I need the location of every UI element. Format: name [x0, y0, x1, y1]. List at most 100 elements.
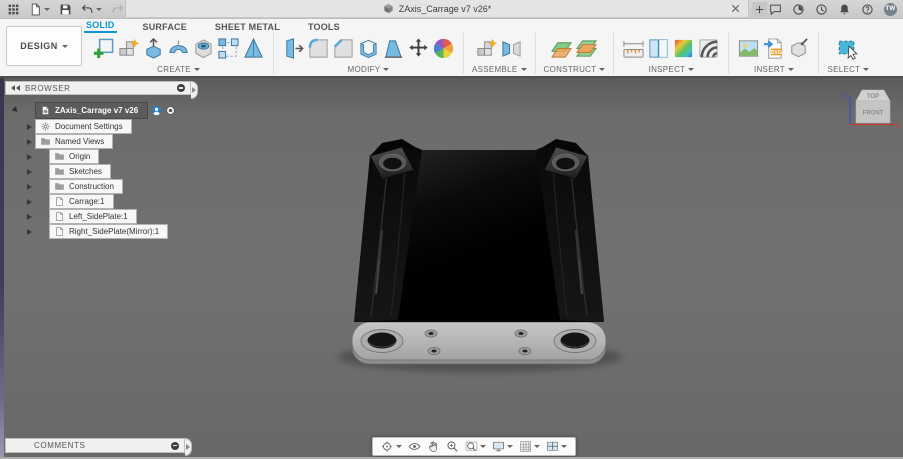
grid-settings-tool[interactable] — [519, 440, 540, 453]
shell-icon[interactable] — [357, 37, 380, 60]
new-tab-button[interactable] — [752, 2, 767, 16]
curvature-icon[interactable] — [672, 37, 695, 60]
expand-arrow-icon[interactable] — [27, 123, 32, 130]
press-pull-icon[interactable] — [282, 37, 305, 60]
document-tab[interactable]: ZAxis_Carrage v7 v26* — [125, 0, 749, 17]
expand-arrow-icon[interactable] — [27, 213, 32, 220]
item-label[interactable]: Document Settings — [35, 119, 132, 134]
pan-tool[interactable] — [427, 440, 440, 453]
item-label[interactable]: Carrage:1 — [49, 194, 114, 209]
browser-item[interactable]: Sketches — [5, 164, 198, 179]
create-sketch-icon[interactable] — [92, 37, 115, 60]
ribbon-tab-sheet-metal[interactable]: SHEET METAL — [213, 22, 282, 33]
3d-model-carriage[interactable] — [330, 110, 630, 380]
item-label[interactable]: Left_SidePlate:1 — [49, 209, 137, 224]
browser-root-row[interactable]: ZAxis_Carrage v7 v26 — [5, 101, 198, 119]
look-at-tool[interactable] — [408, 440, 421, 453]
measure-icon[interactable] — [622, 37, 645, 60]
revolve-icon[interactable] — [167, 37, 190, 60]
chamfer-icon[interactable] — [332, 37, 355, 60]
comments-options-icon[interactable] — [171, 441, 179, 450]
help-icon[interactable] — [861, 3, 874, 16]
item-label[interactable]: Construction — [49, 179, 123, 194]
activate-component-icon[interactable] — [165, 105, 176, 116]
panel-options-icon[interactable] — [177, 84, 185, 92]
visibility-eye-icon[interactable] — [35, 226, 46, 237]
group-label-assemble[interactable]: ASSEMBLE — [472, 65, 527, 74]
insert-svg-icon[interactable]: SVG — [762, 37, 785, 60]
loft-icon[interactable] — [242, 37, 265, 60]
3d-viewport-canvas[interactable]: TOP FRONT Z X BROWSER ZAxis_Carrage v7 v… — [0, 76, 903, 459]
fit-tool[interactable] — [465, 440, 486, 453]
expand-arrow-icon[interactable] — [27, 168, 32, 175]
item-label[interactable]: Named Views — [35, 134, 114, 149]
offset-plane-icon[interactable] — [550, 37, 573, 60]
visibility-eye-icon[interactable] — [35, 211, 46, 222]
view-cube[interactable]: TOP FRONT Z X — [842, 86, 900, 132]
extrude-icon[interactable] — [142, 37, 165, 60]
group-label-inspect[interactable]: INSPECT — [649, 65, 695, 74]
expand-arrow-icon[interactable] — [27, 183, 32, 190]
section-analysis-icon[interactable] — [647, 37, 670, 60]
ribbon-tab-surface[interactable]: SURFACE — [141, 22, 189, 33]
recent-activity-icon[interactable] — [815, 3, 828, 16]
visibility-eye-icon[interactable] — [35, 166, 46, 177]
expand-arrow-icon[interactable] — [27, 228, 32, 235]
job-status-icon[interactable] — [792, 3, 805, 16]
insert-mesh-icon[interactable] — [787, 37, 810, 60]
app-launcher-icon[interactable] — [7, 3, 20, 16]
user-avatar[interactable]: TW — [884, 2, 897, 16]
notifications-bell-icon[interactable] — [838, 3, 851, 16]
browser-item[interactable]: Document Settings — [5, 119, 198, 134]
expand-arrow-icon[interactable] — [11, 106, 20, 114]
item-label[interactable]: Origin — [49, 149, 100, 164]
group-label-modify[interactable]: MODIFY — [348, 65, 390, 74]
file-menu-button[interactable] — [29, 3, 50, 16]
hole-icon[interactable] — [192, 37, 215, 60]
group-label-insert[interactable]: INSERT — [754, 65, 794, 74]
display-settings-tool[interactable] — [492, 440, 513, 453]
item-label[interactable]: Right_SidePlate(Mirror):1 — [49, 224, 169, 239]
browser-item[interactable]: Origin — [5, 149, 198, 164]
browser-item[interactable]: Carrage:1 — [5, 194, 198, 209]
visibility-eye-icon[interactable] — [35, 196, 46, 207]
ribbon-tab-tools[interactable]: TOOLS — [306, 22, 342, 33]
browser-item[interactable]: Construction — [5, 179, 198, 194]
group-label-construct[interactable]: CONSTRUCT — [544, 65, 606, 74]
move-icon[interactable] — [407, 37, 430, 60]
select-icon[interactable] — [837, 37, 860, 60]
group-label-select[interactable]: SELECT — [827, 65, 870, 74]
visibility-eye-icon[interactable] — [21, 105, 32, 116]
visibility-eye-icon[interactable] — [35, 181, 46, 192]
feedback-icon[interactable] — [769, 3, 782, 16]
pattern-icon[interactable] — [217, 37, 240, 60]
appearance-icon[interactable] — [432, 37, 455, 60]
expand-arrow-icon[interactable] — [27, 138, 32, 145]
root-component-label[interactable]: ZAxis_Carrage v7 v26 — [35, 101, 149, 119]
viewports-tool[interactable] — [546, 440, 567, 453]
midplane-icon[interactable] — [575, 37, 598, 60]
joint-icon[interactable] — [500, 37, 523, 60]
group-label-create[interactable]: CREATE — [157, 65, 200, 74]
close-tab-icon[interactable] — [730, 3, 741, 14]
visibility-eye-icon[interactable] — [35, 151, 46, 162]
zoom-tool[interactable] — [446, 440, 459, 453]
browser-item[interactable]: Named Views — [5, 134, 198, 149]
canvas-icon[interactable] — [737, 37, 760, 60]
orbit-tool[interactable] — [381, 440, 402, 453]
new-component-icon[interactable] — [475, 37, 498, 60]
collapse-panel-icon[interactable] — [11, 85, 21, 91]
browser-header[interactable]: BROWSER — [5, 81, 191, 95]
ribbon-tab-solid[interactable]: SOLID — [84, 20, 117, 33]
draft-icon[interactable] — [382, 37, 405, 60]
fillet-icon[interactable] — [307, 37, 330, 60]
item-label[interactable]: Sketches — [49, 164, 111, 179]
collaborator-badge-icon[interactable] — [151, 105, 162, 116]
zebra-icon[interactable] — [697, 37, 720, 60]
save-button[interactable] — [59, 3, 72, 16]
browser-item[interactable]: Left_SidePlate:1 — [5, 209, 198, 224]
browser-panel-handle[interactable] — [191, 81, 198, 99]
comments-panel-handle[interactable] — [185, 438, 192, 456]
workspace-selector-button[interactable]: DESIGN — [6, 26, 82, 66]
expand-arrow-icon[interactable] — [27, 153, 32, 160]
